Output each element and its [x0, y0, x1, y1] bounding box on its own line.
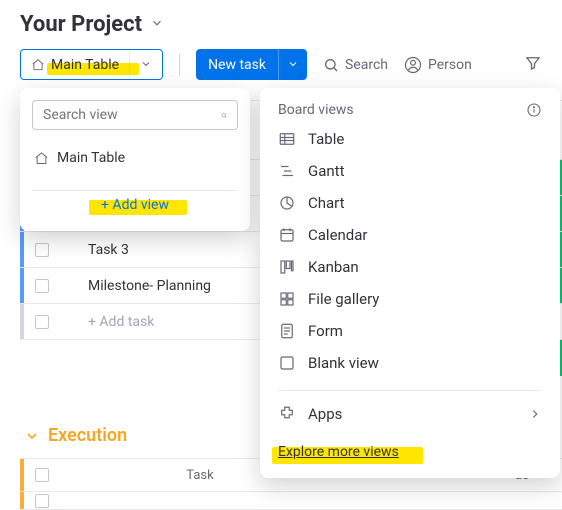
calendar-icon: [278, 226, 296, 244]
chevron-right-icon: [528, 407, 542, 421]
view-label: Form: [308, 322, 343, 340]
new-task-button[interactable]: New task: [196, 49, 307, 80]
view-option-table[interactable]: Table: [278, 130, 542, 148]
search-label: Search: [345, 57, 388, 73]
view-option-main-table[interactable]: Main Table: [32, 142, 238, 190]
page-title: Your Project: [20, 12, 142, 37]
view-dropdown-toggle[interactable]: [129, 50, 162, 79]
board-views-panel: Board views Table Gantt Chart Calendar K…: [260, 88, 560, 478]
search-view-input[interactable]: [43, 107, 221, 123]
add-view-button[interactable]: + Add view: [101, 197, 169, 213]
current-view-selector[interactable]: Main Table: [20, 49, 163, 80]
row-checkbox[interactable]: [35, 494, 49, 508]
person-icon: [404, 56, 422, 74]
kanban-icon: [278, 258, 296, 276]
blank-icon: [278, 354, 296, 372]
view-option-blank[interactable]: Blank view: [278, 354, 542, 372]
filter-icon[interactable]: [524, 54, 542, 76]
view-option-kanban[interactable]: Kanban: [278, 258, 542, 276]
gantt-icon: [278, 162, 296, 180]
apps-icon: [278, 405, 296, 423]
row-checkbox[interactable]: [35, 243, 49, 257]
select-all-checkbox[interactable]: [35, 468, 49, 482]
view-option-chart[interactable]: Chart: [278, 194, 542, 212]
panel-heading: Board views: [278, 102, 354, 118]
search-button[interactable]: Search: [323, 57, 388, 73]
view-label: Blank view: [308, 354, 379, 372]
search-icon: [221, 108, 227, 123]
view-option-label: Main Table: [57, 150, 125, 166]
row-checkbox[interactable]: [35, 315, 49, 329]
title-chevron-icon[interactable]: [150, 15, 164, 34]
home-icon: [31, 58, 45, 72]
info-icon[interactable]: [526, 102, 542, 118]
view-option-calendar[interactable]: Calendar: [278, 226, 542, 244]
view-label: Table: [308, 130, 344, 148]
current-view-label: Main Table: [51, 57, 119, 73]
search-view-field[interactable]: [32, 100, 238, 130]
view-option-gantt[interactable]: Gantt: [278, 162, 542, 180]
search-icon: [323, 57, 339, 73]
home-icon: [34, 151, 49, 166]
task-name[interactable]: Task 3: [60, 242, 260, 258]
new-task-dropdown[interactable]: [278, 49, 307, 80]
person-button[interactable]: Person: [404, 56, 472, 74]
section-title[interactable]: Execution: [48, 425, 127, 446]
view-label: Calendar: [308, 226, 368, 244]
view-option-file-gallery[interactable]: File gallery: [278, 290, 542, 308]
new-task-label: New task: [196, 51, 278, 79]
view-label: Gantt: [308, 162, 344, 180]
divider: [179, 54, 180, 76]
table-icon: [278, 130, 296, 148]
view-label: Kanban: [308, 258, 359, 276]
row-checkbox[interactable]: [35, 279, 49, 293]
view-label: File gallery: [308, 290, 379, 308]
explore-more-views[interactable]: Explore more views: [278, 444, 399, 460]
add-task[interactable]: + Add task: [60, 314, 260, 330]
chevron-down-icon[interactable]: [24, 428, 40, 444]
person-label: Person: [428, 57, 472, 73]
view-dropdown-panel: Main Table + Add view: [20, 88, 250, 231]
apps-label: Apps: [308, 405, 342, 423]
view-option-form[interactable]: Form: [278, 322, 542, 340]
chart-icon: [278, 194, 296, 212]
apps-row[interactable]: Apps: [278, 390, 542, 423]
task-name[interactable]: Milestone- Planning: [60, 278, 260, 294]
gallery-icon: [278, 290, 296, 308]
view-label: Chart: [308, 194, 345, 212]
form-icon: [278, 322, 296, 340]
